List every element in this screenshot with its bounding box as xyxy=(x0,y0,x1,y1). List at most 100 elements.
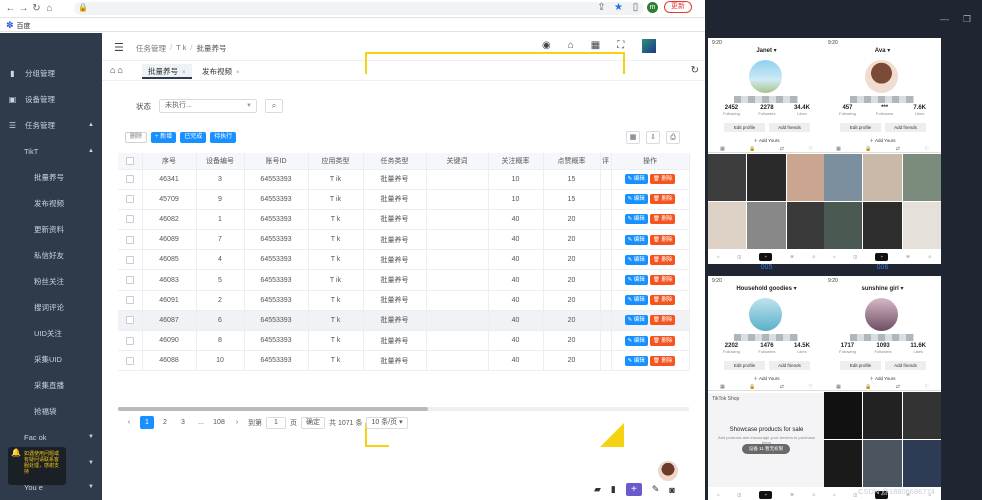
add-friends-button[interactable]: Add friends xyxy=(769,361,810,370)
video-thumbnail[interactable] xyxy=(863,392,902,439)
like-tab-icon[interactable]: ♡ xyxy=(924,146,928,152)
create-icon[interactable]: + xyxy=(759,490,773,499)
sidebar-item-uid-follow[interactable]: UID关注 xyxy=(0,320,102,346)
shop-icon[interactable]: ◫ xyxy=(738,492,742,497)
column-header[interactable]: 关键词 xyxy=(426,153,489,170)
delete-button[interactable]: 🗑 删除 xyxy=(649,355,676,366)
sidebar-item-fans[interactable]: 粉丝关注 xyxy=(0,268,102,294)
home-icon[interactable]: ⌂⌂ xyxy=(110,65,125,75)
goto-confirm-button[interactable]: 确定 xyxy=(301,416,325,429)
edit-button[interactable]: ✎ 编辑 xyxy=(624,335,648,346)
page-number[interactable]: 2 xyxy=(158,416,172,429)
inbox-icon[interactable]: ✉ xyxy=(790,492,793,497)
phone-screen[interactable]: 9:20 Ava ▾ 457 Following *** Followers 7.6K L… xyxy=(824,38,941,264)
shop-icon[interactable]: ◫ xyxy=(854,254,858,259)
video-thumbnail[interactable] xyxy=(902,202,941,249)
row-checkbox[interactable] xyxy=(125,296,134,305)
delete-button[interactable]: 🗑 删除 xyxy=(649,214,676,225)
delete-button[interactable]: 🗑 删除 xyxy=(649,254,676,265)
tab-batch[interactable]: 批量养号 × xyxy=(142,64,192,79)
select-all-checkbox[interactable] xyxy=(118,153,143,170)
profile-avatar[interactable] xyxy=(865,298,898,331)
sidebar-item-batch[interactable]: 批量养号 xyxy=(0,164,102,190)
breadcrumb-item[interactable]: T k xyxy=(176,43,186,54)
create-icon[interactable]: + xyxy=(875,252,889,261)
like-tab-icon[interactable]: ♡ xyxy=(924,384,928,390)
video-thumbnail[interactable] xyxy=(902,154,941,201)
video-thumbnail[interactable] xyxy=(824,440,863,487)
edit-button[interactable]: ✎ 编辑 xyxy=(624,275,648,286)
back-icon[interactable]: ← xyxy=(4,3,17,14)
sidebar-item-lucky-bag[interactable]: 抢福袋 xyxy=(0,398,102,424)
status-select[interactable]: 未执行... ▼ xyxy=(159,99,257,113)
sidebar-item-collect-uid[interactable]: 采集UID xyxy=(0,346,102,372)
page-ellipsis[interactable]: ... xyxy=(194,416,208,429)
shop-icon[interactable]: ◫ xyxy=(738,254,742,259)
column-header[interactable]: 设备编号 xyxy=(196,153,245,170)
lock-tab-icon[interactable]: 🔒 xyxy=(865,384,871,390)
export-icon[interactable]: ⇩ xyxy=(646,131,660,144)
home-icon[interactable]: ⌂ xyxy=(833,492,835,497)
table-row[interactable]: 46091 2 64553393 T k 批量养号 40 20 ✎ 编辑 🗑 删除 xyxy=(118,290,690,311)
home-icon[interactable]: ⌂ xyxy=(717,254,719,259)
row-checkbox[interactable] xyxy=(125,336,134,345)
horizontal-scrollbar[interactable] xyxy=(118,407,689,411)
row-checkbox[interactable] xyxy=(125,316,134,325)
home-icon[interactable]: ⌂ xyxy=(717,492,719,497)
inbox-icon[interactable]: ✉ xyxy=(790,254,793,259)
next-page-icon[interactable]: › xyxy=(230,416,244,429)
delete-button[interactable]: 🗑 删除 xyxy=(649,295,676,306)
sidepanel-icon[interactable]: ▯ xyxy=(630,2,641,13)
batch-delete-button[interactable]: 删除 xyxy=(125,132,148,143)
column-header[interactable]: 点赞概率 xyxy=(543,153,601,170)
grid-tab-icon[interactable]: ▦ xyxy=(720,384,725,390)
table-row[interactable]: 45709 9 64553393 T ik 批量养号 10 15 ✎ 编辑 🗑 删除 xyxy=(118,189,690,210)
sidebar-item-tasks[interactable]: ☰ 任务管理 ▲ xyxy=(0,112,102,138)
sidebar-item-tiktok[interactable]: TikT ▲ xyxy=(0,138,102,164)
close-icon[interactable]: × xyxy=(236,70,240,76)
video-thumbnail[interactable] xyxy=(863,154,902,201)
page-number[interactable]: 108 xyxy=(212,416,226,429)
video-thumbnail[interactable] xyxy=(863,440,902,487)
profile-icon[interactable]: ☺ xyxy=(812,254,816,259)
video-thumbnail[interactable] xyxy=(824,154,863,201)
table-row[interactable]: 46341 3 64553393 T ik 批量养号 10 15 ✎ 编辑 🗑 删除 xyxy=(118,169,690,190)
table-row[interactable]: 46090 8 64553393 T k 批量养号 40 20 ✎ 编辑 🗑 删除 xyxy=(118,330,690,352)
table-row[interactable]: 46089 7 64553393 T k 批量养号 40 20 ✎ 编辑 🗑 删除 xyxy=(118,229,690,251)
bookmark-star-icon[interactable]: ★ xyxy=(613,2,624,13)
profile-avatar[interactable] xyxy=(749,298,782,331)
bookmark-baidu[interactable]: ✽ 百度 xyxy=(6,20,31,31)
sidebar-item-collect-live[interactable]: 采集直播 xyxy=(0,372,102,398)
add-friends-button[interactable]: Add friends xyxy=(769,123,810,132)
columns-icon[interactable]: ▦ xyxy=(626,131,640,144)
lock-tab-icon[interactable]: 🔒 xyxy=(749,384,755,390)
video-thumbnail[interactable] xyxy=(824,392,863,439)
breadcrumb-item[interactable]: 任务管理 xyxy=(136,43,166,54)
repost-tab-icon[interactable]: ⇄ xyxy=(896,384,900,390)
row-checkbox[interactable] xyxy=(125,215,134,224)
profile-icon[interactable]: ☺ xyxy=(928,254,932,259)
like-tab-icon[interactable]: ♡ xyxy=(808,146,812,152)
video-thumbnail[interactable] xyxy=(747,154,786,201)
video-thumbnail[interactable] xyxy=(824,202,863,249)
close-icon[interactable]: × xyxy=(182,70,186,76)
profile-avatar[interactable] xyxy=(749,60,782,93)
add-friends-button[interactable]: Add friends xyxy=(885,361,926,370)
fullscreen-icon[interactable]: ⛶ xyxy=(617,40,624,51)
phone-screen[interactable]: 9:20 Household goodies ▾ 2202 Following 14… xyxy=(708,276,825,500)
shop-icon[interactable]: ◫ xyxy=(854,492,858,497)
goto-page-input[interactable]: 1 xyxy=(266,416,286,429)
video-thumbnail[interactable] xyxy=(708,202,747,249)
column-header[interactable]: 应用类型 xyxy=(308,153,364,170)
create-icon[interactable]: + xyxy=(759,252,773,261)
table-row[interactable]: 46082 1 64553393 T k 批量养号 40 20 ✎ 编辑 🗑 删除 xyxy=(118,209,690,231)
print-icon[interactable]: ⎙ xyxy=(666,131,680,144)
edit-button[interactable]: ✎ 编辑 xyxy=(624,194,648,205)
add-button[interactable]: + 新增 xyxy=(151,132,177,143)
lock-tab-icon[interactable]: 🔒 xyxy=(865,146,871,152)
edit-button[interactable]: ✎ 编辑 xyxy=(624,174,648,185)
table-row[interactable]: 46085 4 64553393 T k 批量养号 40 20 ✎ 编辑 🗑 删除 xyxy=(118,249,690,271)
delete-button[interactable]: 🗑 删除 xyxy=(649,194,676,205)
add-yours[interactable]: ＋ Add Yours xyxy=(708,138,825,144)
row-checkbox[interactable] xyxy=(125,175,134,184)
